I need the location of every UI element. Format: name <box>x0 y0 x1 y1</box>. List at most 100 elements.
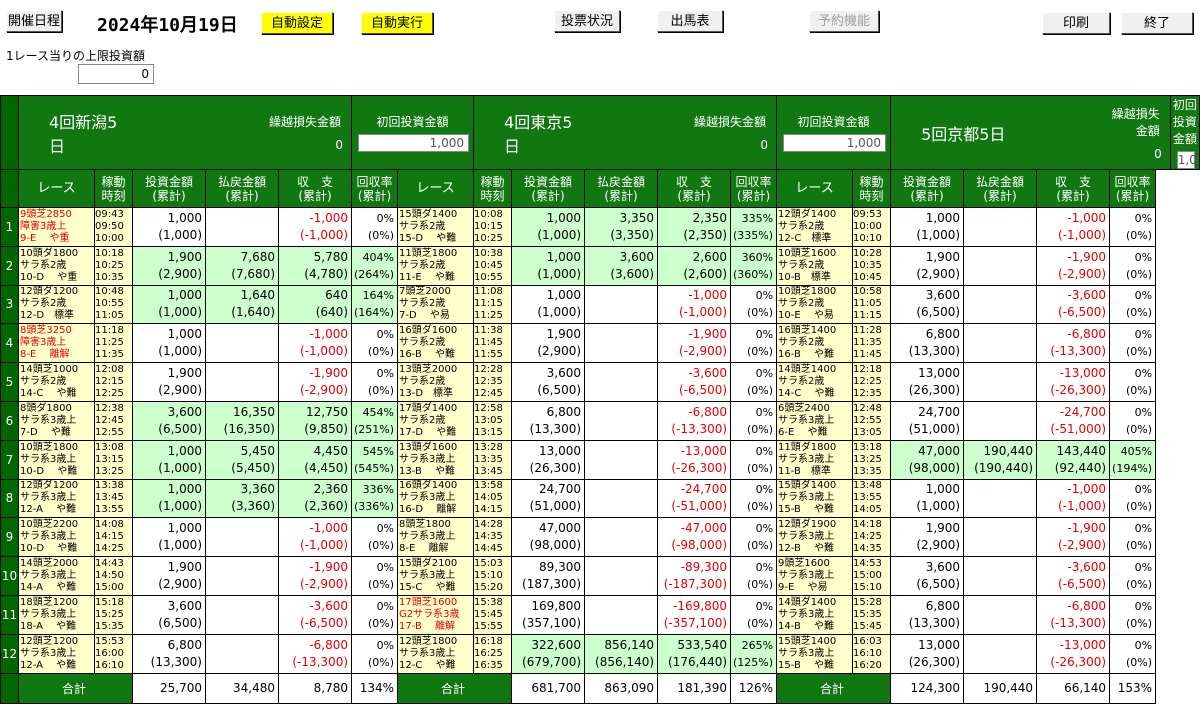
invest-cell: 6,800 (13,300) <box>890 594 965 635</box>
first-invest-input[interactable]: 1,000 <box>783 134 887 152</box>
payout-cell <box>205 517 279 558</box>
race-info-cell[interactable]: 12頭ダ1900 サラ系3歳上 12-B や難 <box>776 517 854 558</box>
exit-button[interactable]: 終了 <box>1121 12 1193 34</box>
race-info-cell[interactable]: 15頭芝1400 サラ系3歳上 15-B や難 <box>776 633 854 674</box>
balance-cell: 640 (640) <box>277 284 353 325</box>
venue-name[interactable]: 4回新潟5日 <box>18 95 133 170</box>
race-info-cell[interactable]: 14頭芝1400 サラ系2歳 14-C や難 <box>776 362 854 402</box>
invest-cell: 1,000 (1,000) <box>132 323 206 364</box>
balance-cell: -1,000 (-1,000) <box>1036 207 1111 247</box>
recovery-cell: 404% (264%) <box>351 245 399 286</box>
race-info-cell[interactable]: 9頭芝1600 サラ系3歳上 9-E や易 <box>776 556 854 596</box>
vote-status-button[interactable]: 投票状況 <box>554 10 620 32</box>
invest-cell: 3,600 (6,500) <box>890 284 965 325</box>
race-info-cell[interactable]: 12頭芝1200 サラ系3歳上 12-A や難 <box>18 633 95 674</box>
race-info-cell[interactable]: 10頭ダ1800 サラ系2歳 10-D や重 <box>18 245 95 286</box>
balance-cell: -1,000 (-1,000) <box>277 517 353 558</box>
row-number: 2 <box>0 245 19 286</box>
first-invest-cell: 初回投資金額1,000 <box>1169 95 1200 170</box>
race-info-cell[interactable]: 13頭芝2000 サラ系2歳 13-D 標準 <box>397 362 475 402</box>
payout-cell <box>963 633 1038 674</box>
recovery-cell: 0% (0%) <box>351 633 399 674</box>
race-info-cell[interactable]: 8頭芝1800 サラ系3歳上 8-E 離解 <box>397 517 475 558</box>
footer-balance: 8,780 <box>277 672 353 704</box>
race-info-cell[interactable]: 14頭芝2000 サラ系3歳上 14-A や難 <box>18 556 95 596</box>
recovery-cell: 0% (0%) <box>730 323 778 364</box>
payout-cell <box>205 633 279 674</box>
race-info-cell[interactable]: 11頭芝1800 サラ系2歳 11-E や難 <box>397 245 475 286</box>
invest-cell: 169,800 (357,100) <box>511 594 586 635</box>
balance-cell: -6,800 (-13,300) <box>1036 323 1111 364</box>
race-info-cell[interactable]: 10頭芝1600 サラ系2歳 10-B 標準 <box>776 245 854 286</box>
race-info-cell[interactable]: 16頭芝1400 サラ系2歳 16-B や難 <box>776 323 854 364</box>
race-info-cell[interactable]: 18頭芝1200 サラ系3歳上 18-A や難 <box>18 594 95 635</box>
time-cell: 10:58 11:05 11:15 <box>852 284 892 325</box>
limit-input[interactable]: 0 <box>78 64 154 84</box>
race-info-cell[interactable]: 17頭芝1600 G2サラ系3歳 17-B 離解 <box>397 594 475 635</box>
recovery-cell: 0% (0%) <box>351 323 399 364</box>
payout-cell: 190,440 (190,440) <box>963 439 1038 480</box>
payout-cell <box>584 556 659 596</box>
race-info-cell[interactable]: 15頭ダ1400 サラ系2歳 15-D や難 <box>397 207 475 247</box>
recovery-cell: 164% (164%) <box>351 284 399 325</box>
race-info-cell[interactable]: 11頭ダ1800 サラ系3歳上 11-B 標準 <box>776 439 854 480</box>
print-button[interactable]: 印刷 <box>1042 12 1110 34</box>
invest-cell: 3,600 (6,500) <box>132 400 206 441</box>
race-info-cell[interactable]: 15頭ダ1400 サラ系3歳上 15-B や難 <box>776 478 854 519</box>
race-info-cell[interactable]: 17頭ダ1400 サラ系2歳 17-D や難 <box>397 400 475 441</box>
race-info-cell[interactable]: 9頭芝2850 障害3歳上 9-E や重 <box>18 207 95 247</box>
race-info-cell[interactable]: 10頭芝1800 サラ系3歳上 10-D や難 <box>18 439 95 480</box>
race-info-cell[interactable]: 13頭ダ1600 サラ系3歳上 13-B や難 <box>397 439 475 480</box>
time-cell: 09:43 09:50 10:00 <box>94 207 133 247</box>
race-info-cell[interactable]: 10頭芝1800 サラ系2歳 10-E や易 <box>776 284 854 325</box>
balance-cell: -1,000 (-1,000) <box>657 284 732 325</box>
time-cell: 14:18 14:25 14:35 <box>852 517 892 558</box>
time-cell: 13:08 13:15 13:25 <box>94 439 133 480</box>
auto-setting-button[interactable]: 自動設定 <box>261 12 333 34</box>
race-info-cell[interactable]: 7頭芝2000 サラ系2歳 7-D や易 <box>397 284 475 325</box>
footer-total-label: 合計 <box>397 672 513 704</box>
balance-cell: -1,900 (-2,900) <box>1036 245 1111 286</box>
race-info-cell[interactable]: 12頭ダ1400 サラ系2歳 12-C 標準 <box>776 207 854 247</box>
balance-cell: -1,900 (-2,900) <box>277 362 353 402</box>
reserve-button[interactable]: 予約機能 <box>809 10 879 32</box>
race-info-cell[interactable]: 8頭ダ1800 サラ系3歳上 7-D や難 <box>18 400 95 441</box>
race-info-cell[interactable]: 14頭芝1000 サラ系2歳 14-C や難 <box>18 362 95 402</box>
carry-loss-cell: 繰越損失金額 0 <box>205 95 352 170</box>
balance-cell: -169,800 (-357,100) <box>657 594 732 635</box>
venue-name[interactable]: 4回東京5日 <box>473 95 585 170</box>
race-info-cell[interactable]: 12頭ダ1200 サラ系3歳上 12-A や難 <box>18 478 95 519</box>
first-invest-input[interactable]: 1,000 <box>358 134 470 152</box>
venue-name[interactable]: 5回京都5日 <box>890 95 1037 170</box>
recovery-cell: 265% (125%) <box>730 633 778 674</box>
payout-cell <box>584 284 659 325</box>
invest-cell: 1,000 (1,000) <box>132 517 206 558</box>
auto-run-button[interactable]: 自動実行 <box>361 12 433 34</box>
payout-cell <box>584 517 659 558</box>
race-info-cell[interactable]: 14頭ダ1400 サラ系3歳上 14-B や難 <box>776 594 854 635</box>
entry-table-button[interactable]: 出馬表 <box>657 10 723 32</box>
race-info-cell[interactable]: 8頭芝3250 障害3歳上 8-E 離解 <box>18 323 95 364</box>
time-cell: 13:58 14:05 14:15 <box>473 478 513 519</box>
race-info-cell[interactable]: 10頭芝2200 サラ系3歳上 10-D や難 <box>18 517 95 558</box>
balance-cell: 143,440 (92,440) <box>1036 439 1111 480</box>
balance-cell: -1,900 (-2,900) <box>277 556 353 596</box>
balance-cell: -1,900 (-2,900) <box>1036 517 1111 558</box>
recovery-cell: 0% (0%) <box>1109 245 1157 286</box>
race-info-cell[interactable]: 12頭芝1800 サラ系3歳上 12-C や難 <box>397 633 475 674</box>
recovery-cell: 0% (0%) <box>1109 400 1157 441</box>
invest-cell: 89,300 (187,300) <box>511 556 586 596</box>
race-info-cell[interactable]: 6頭芝2400 サラ系3歳上 6-E や難 <box>776 400 854 441</box>
invest-cell: 1,000 (1,000) <box>890 478 965 519</box>
recovery-cell: 0% (0%) <box>1109 633 1157 674</box>
race-info-cell[interactable]: 16頭ダ1400 サラ系3歳上 16-D 離解 <box>397 478 475 519</box>
schedule-button[interactable]: 開催日程 <box>6 10 62 32</box>
time-cell: 10:28 10:35 10:45 <box>852 245 892 286</box>
recovery-cell: 545% (545%) <box>351 439 399 480</box>
race-info-cell[interactable]: 15頭ダ2100 サラ系3歳上 15-C や難 <box>397 556 475 596</box>
balance-cell: -47,000 (-98,000) <box>657 517 732 558</box>
race-info-cell[interactable]: 16頭ダ1600 サラ系2歳 16-B や難 <box>397 323 475 364</box>
race-info-cell[interactable]: 12頭ダ1200 サラ系2歳 12-D 標準 <box>18 284 95 325</box>
first-invest-input[interactable]: 1,000 <box>1176 151 1198 169</box>
balance-cell: -1,000 (-1,000) <box>1036 478 1111 519</box>
